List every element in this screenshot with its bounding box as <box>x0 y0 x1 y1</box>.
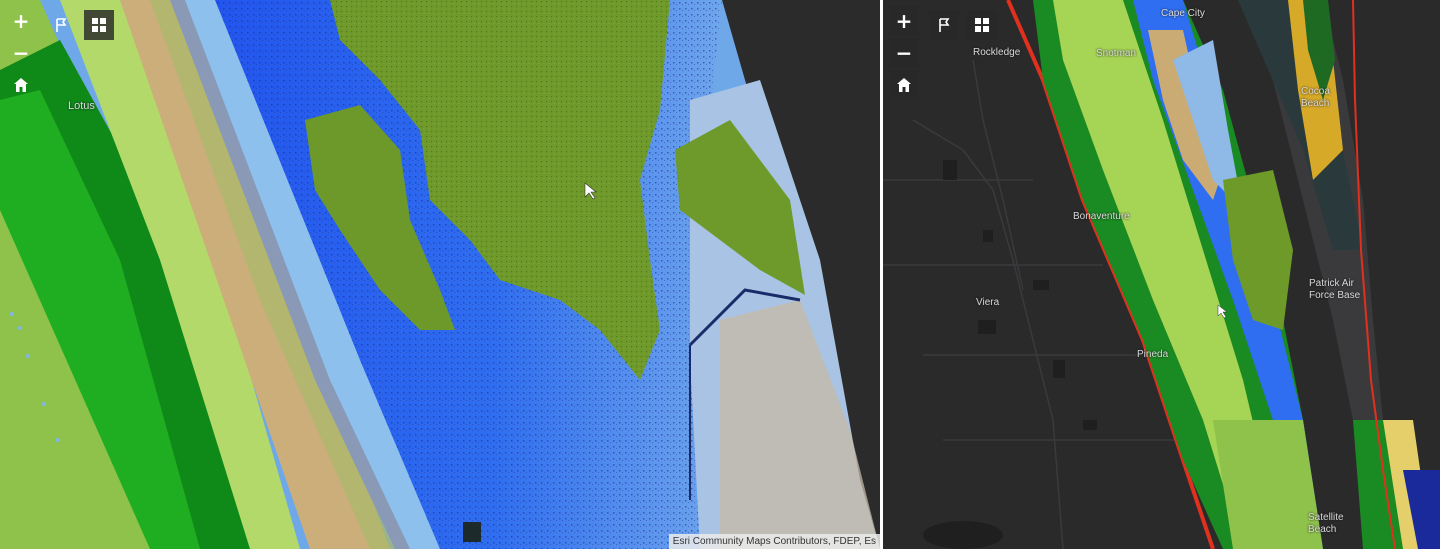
place-label-rockledge: Rockledge <box>973 47 1021 58</box>
zoom-in-icon: + <box>895 9 913 33</box>
home-icon <box>14 78 28 92</box>
map-pin-icon <box>56 18 67 32</box>
right-map-panel[interactable]: Rockledge Cape City Snotman Cocoa Beach … <box>883 0 1440 549</box>
home-button[interactable] <box>889 70 919 100</box>
zoom-out-icon: − <box>895 41 913 65</box>
place-label-snotman: Snotman <box>1096 48 1137 59</box>
map-attribution[interactable]: Esri Community Maps Contributors, FDEP, … <box>668 534 880 549</box>
left-map-panel[interactable]: Lotus + − Esri Community Maps Contributo… <box>0 0 880 549</box>
zoom-out-icon: − <box>12 41 30 65</box>
grid-icon <box>92 18 106 32</box>
zoom-out-button[interactable]: − <box>889 38 919 68</box>
place-label-pineda: Pineda <box>1137 349 1169 360</box>
right-elevation-raster <box>883 0 1440 549</box>
home-button[interactable] <box>6 70 36 100</box>
place-label-cape-city: Cape City <box>1161 8 1205 19</box>
zoom-in-icon: + <box>12 9 30 33</box>
zoom-in-button[interactable]: + <box>889 6 919 36</box>
place-label-satellite-beach: Satellite Beach <box>1308 512 1344 535</box>
zoom-out-button[interactable]: − <box>6 38 36 68</box>
place-label-cocoa-beach: Cocoa Beach <box>1301 86 1330 109</box>
bookmark-button[interactable] <box>929 10 959 40</box>
basemap-gallery-button[interactable] <box>84 10 114 40</box>
place-label-viera: Viera <box>976 297 1000 308</box>
map-pin-icon <box>939 18 950 32</box>
bookmark-button[interactable] <box>46 10 76 40</box>
basemap-gallery-button[interactable] <box>967 10 997 40</box>
grid-icon <box>975 18 989 32</box>
place-label-bonaventure: Bonaventure <box>1073 211 1130 222</box>
home-icon <box>897 78 911 92</box>
zoom-in-button[interactable]: + <box>6 6 36 36</box>
left-elevation-raster <box>0 0 880 549</box>
place-label-lotus: Lotus <box>68 100 95 112</box>
place-label-patrick-afb: Patrick Air Force Base <box>1309 278 1361 301</box>
